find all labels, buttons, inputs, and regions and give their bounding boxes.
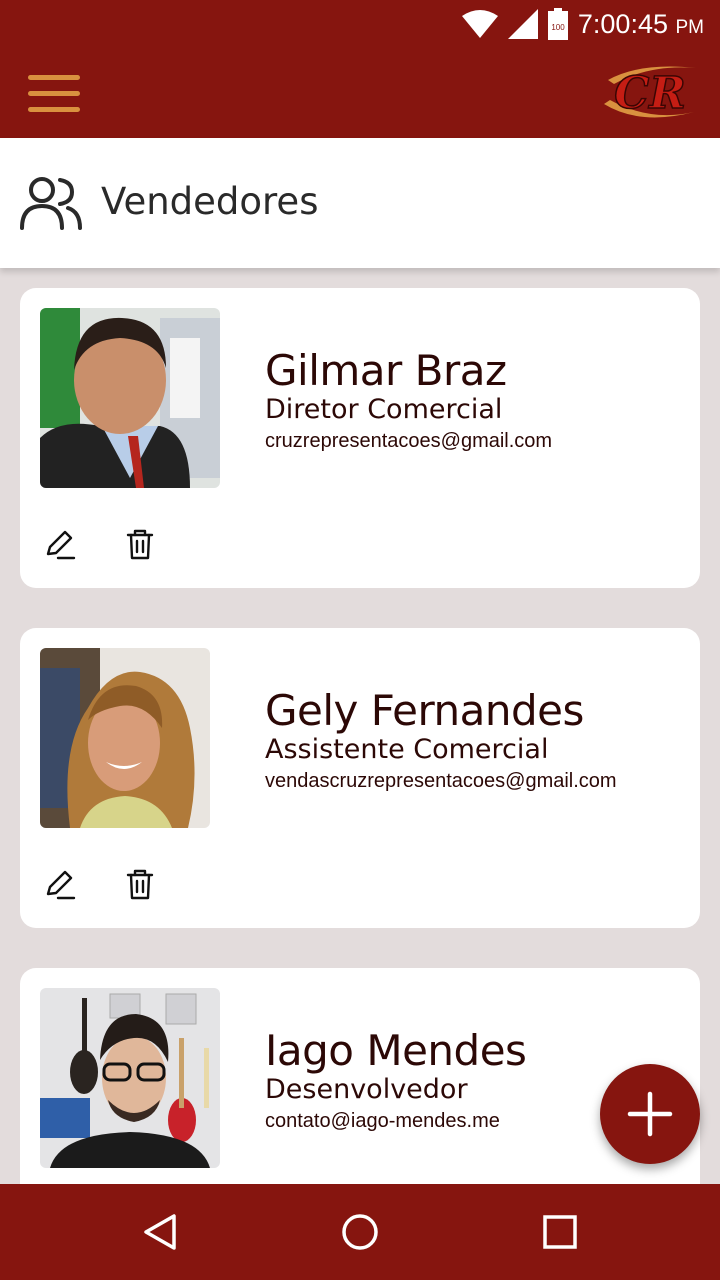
users-icon xyxy=(20,177,82,230)
edit-button[interactable] xyxy=(44,528,76,560)
seller-card: Gilmar Braz Diretor Comercial cruzrepres… xyxy=(20,288,700,588)
status-bar: 100 7:00:45 PM xyxy=(0,0,720,48)
edit-button[interactable] xyxy=(44,868,76,900)
seller-role: Desenvolvedor xyxy=(265,1074,468,1105)
seller-avatar xyxy=(40,988,220,1168)
status-ampm: PM xyxy=(675,16,705,38)
delete-button[interactable] xyxy=(124,868,156,900)
battery-level-text: 100 xyxy=(551,23,565,32)
logo-text: CR xyxy=(614,68,686,119)
system-nav-bar xyxy=(0,1184,720,1280)
delete-button[interactable] xyxy=(124,528,156,560)
brand-logo: CR xyxy=(604,66,696,120)
signal-icon xyxy=(507,9,538,39)
seller-email: cruzrepresentacoes@gmail.com xyxy=(265,430,553,452)
wifi-icon xyxy=(461,10,498,38)
status-time: 7:00:45 xyxy=(577,8,668,39)
seller-name: Iago Mendes xyxy=(265,1026,527,1075)
recents-icon[interactable] xyxy=(540,1212,580,1252)
app-bar: CR xyxy=(0,48,720,138)
seller-email: vendascruzrepresentacoes@gmail.com xyxy=(265,770,617,792)
page-title: Vendedores xyxy=(101,180,319,223)
seller-avatar xyxy=(40,648,210,828)
seller-email: contato@iago-mendes.me xyxy=(265,1110,500,1132)
seller-avatar xyxy=(40,308,220,488)
plus-icon xyxy=(627,1091,673,1137)
seller-card: Gely Fernandes Assistente Comercial vend… xyxy=(20,628,700,928)
seller-role: Assistente Comercial xyxy=(265,734,549,765)
home-icon[interactable] xyxy=(340,1212,380,1252)
add-seller-button[interactable] xyxy=(600,1064,700,1164)
battery-icon: 100 xyxy=(547,8,568,40)
hamburger-menu-icon[interactable] xyxy=(28,75,82,113)
page-header: Vendedores xyxy=(0,138,720,268)
back-icon[interactable] xyxy=(140,1212,180,1252)
seller-role: Diretor Comercial xyxy=(265,394,503,425)
status-time-group: 7:00:45 PM xyxy=(578,9,704,40)
seller-name: Gilmar Braz xyxy=(265,346,507,395)
seller-name: Gely Fernandes xyxy=(265,686,584,735)
